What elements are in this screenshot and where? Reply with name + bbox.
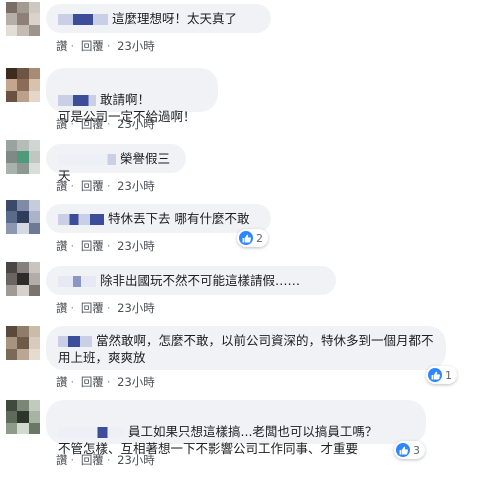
comment-actions: 讚 · 回覆 · 23小時 [56,301,155,315]
avatar[interactable] [6,2,40,36]
comment-bubble: 特休丟下去 哪有什麼不敢 [46,204,271,233]
like-link[interactable]: 讚 [56,179,68,193]
timestamp-link[interactable]: 23小時 [117,239,155,253]
comment-actions: 讚 · 回覆 · 23小時 [56,179,155,193]
thumbs-up-icon [239,231,253,245]
comment-text: 當然敢啊，怎麼不敢，以前公司資深的，特休多到一個月都不用上班，爽爽放 [58,333,434,365]
reply-link[interactable]: 回覆 [81,39,104,53]
avatar[interactable] [6,140,40,174]
comment-actions: 讚 · 回覆 · 23小時 [56,453,155,467]
like-link[interactable]: 讚 [56,453,68,467]
timestamp-link[interactable]: 23小時 [117,179,155,193]
author-name-redacted[interactable] [58,214,104,225]
comment-actions: 讚 · 回覆 · 23小時 [56,117,155,131]
comment-actions: 讚 · 回覆 · 23小時 [56,375,155,389]
comment-bubble: 敢請啊！ 可是公司一定不給過啊！ [46,68,218,124]
reply-link[interactable]: 回覆 [81,301,104,315]
comment-bubble: 榮譽假三天 [46,144,186,183]
author-name-redacted[interactable] [58,276,96,287]
timestamp-link[interactable]: 23小時 [117,39,155,53]
timestamp-link[interactable]: 23小時 [117,301,155,315]
reaction-count-number: 1 [445,368,452,382]
timestamp-link[interactable]: 23小時 [117,453,155,467]
reply-link[interactable]: 回覆 [81,453,104,467]
avatar[interactable] [6,326,40,360]
thumbs-up-icon [396,443,410,457]
reaction-count[interactable]: 2 [237,229,268,247]
author-name-redacted[interactable] [58,427,124,438]
author-name-redacted[interactable] [58,14,108,25]
comment-actions: 讚 · 回覆 · 23小時 [56,39,155,53]
comment-text: 除非出國玩不然不可能這樣請假…… [100,273,301,288]
reaction-count-number: 2 [256,231,263,245]
like-link[interactable]: 讚 [56,375,68,389]
reaction-count-number: 3 [413,443,420,457]
comment-bubble: 這麼理想呀！太天真了 [46,4,271,33]
like-link[interactable]: 讚 [56,301,68,315]
author-name-redacted[interactable] [58,154,116,165]
comment-text: 特休丟下去 哪有什麼不敢 [108,211,250,226]
reaction-count[interactable]: 1 [426,366,457,384]
avatar[interactable] [6,200,40,234]
comment-bubble: 當然敢啊，怎麼不敢，以前公司資深的，特休多到一個月都不用上班，爽爽放 [46,326,446,370]
like-link[interactable]: 讚 [56,39,68,53]
comment-actions: 讚 · 回覆 · 23小時 [56,239,155,253]
author-name-redacted[interactable] [58,336,92,347]
like-link[interactable]: 讚 [56,117,68,131]
reply-link[interactable]: 回覆 [81,375,104,389]
comment-bubble: 員工如果只想這樣搞...老闆也可以搞員工嗎？ 不管怎樣、互相著想一下不影響公司工… [46,400,426,456]
reply-link[interactable]: 回覆 [81,239,104,253]
reaction-count[interactable]: 3 [394,441,425,459]
like-link[interactable]: 讚 [56,239,68,253]
avatar[interactable] [6,68,40,102]
avatar[interactable] [6,262,40,296]
avatar[interactable] [6,400,40,434]
reply-link[interactable]: 回覆 [81,117,104,131]
comment-text: 這麼理想呀！太天真了 [112,11,238,26]
reply-link[interactable]: 回覆 [81,179,104,193]
thumbs-up-icon [428,368,442,382]
timestamp-link[interactable]: 23小時 [117,117,155,131]
comment-bubble: 除非出國玩不然不可能這樣請假…… [46,266,336,295]
timestamp-link[interactable]: 23小時 [117,375,155,389]
author-name-redacted[interactable] [58,95,96,106]
